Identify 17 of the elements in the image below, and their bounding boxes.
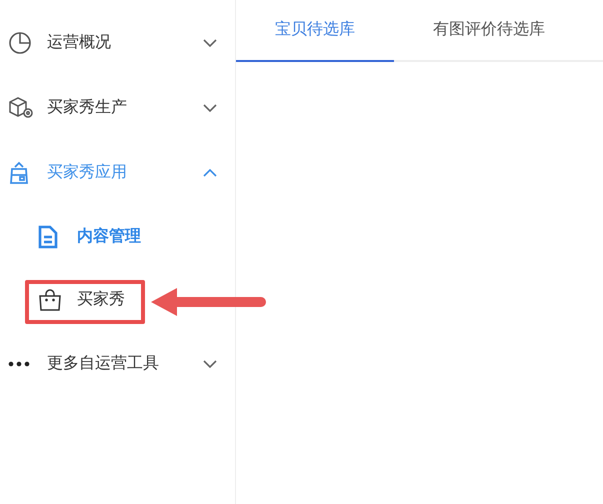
tab[interactable]: 宝贝待选库 [236, 0, 394, 62]
chevron-up-icon [203, 168, 217, 176]
shopping-bag-icon [38, 288, 62, 310]
menu-item[interactable]: 更多自运营工具 [0, 331, 235, 396]
menu-item[interactable]: 买家秀生产 [0, 75, 235, 140]
document-icon [38, 224, 58, 248]
pie-chart-icon [8, 30, 32, 54]
chevron-down-icon [203, 360, 217, 368]
more-icon [8, 360, 30, 366]
tab[interactable]: 有图评价待选库 [394, 0, 584, 62]
box-icon [8, 96, 34, 120]
chevron-down-icon [203, 38, 217, 46]
shop-icon [8, 160, 30, 184]
submenu-item[interactable]: 买家秀 [0, 268, 235, 331]
submenu-item[interactable]: 内容管理 [0, 205, 235, 268]
chevron-down-icon [203, 104, 217, 112]
menu-item[interactable]: 运营概况 [0, 10, 235, 75]
